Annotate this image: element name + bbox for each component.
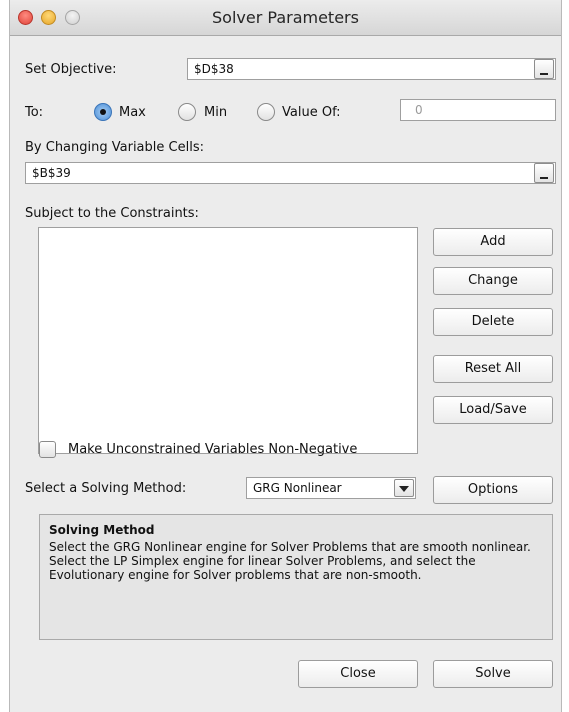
value-of-label: Value Of: [282,105,341,120]
delete-button[interactable]: Delete [433,308,553,336]
nonneg-label: Make Unconstrained Variables Non-Negativ… [68,442,358,457]
info-heading: Solving Method [49,523,155,537]
solving-method-select[interactable]: GRG Nonlinear [246,477,416,499]
variable-cells-label: By Changing Variable Cells: [25,140,204,155]
window-title: Solver Parameters [212,8,359,27]
value-of-value: 0 [415,103,423,117]
close-button[interactable]: Close [298,660,418,688]
info-body: Select the GRG Nonlinear engine for Solv… [49,540,531,582]
max-radio[interactable] [94,103,112,121]
variable-cells-field[interactable]: $B$39 [25,162,556,184]
max-label: Max [119,105,146,120]
solve-button[interactable]: Solve [433,660,553,688]
reset-all-button[interactable]: Reset All [433,355,553,383]
constraints-label: Subject to the Constraints: [25,206,199,221]
nonneg-checkbox[interactable] [39,441,56,458]
constraints-list[interactable] [38,227,418,454]
to-label: To: [25,105,44,120]
objective-field[interactable]: $D$38 [187,58,556,80]
solving-method-label: Select a Solving Method: [25,481,187,496]
options-button[interactable]: Options [433,476,553,504]
min-label: Min [204,105,228,120]
solver-window: Solver Parameters Set Objective: $D$38 T… [9,0,562,712]
collapse-dialog-icon[interactable] [534,59,554,79]
objective-value: $D$38 [194,62,234,76]
min-radio[interactable] [178,103,196,121]
add-button[interactable]: Add [433,228,553,256]
value-of-field[interactable]: 0 [400,99,556,121]
chevron-down-icon [394,479,414,497]
solving-method-value: GRG Nonlinear [253,481,342,495]
collapse-dialog-icon[interactable] [534,163,554,183]
titlebar: Solver Parameters [10,0,561,36]
change-button[interactable]: Change [433,267,553,295]
value-of-radio[interactable] [257,103,275,121]
solving-method-info: Solving Method Select the GRG Nonlinear … [39,514,553,640]
set-objective-label: Set Objective: [25,62,117,77]
load-save-button[interactable]: Load/Save [433,396,553,424]
variable-cells-value: $B$39 [32,166,71,180]
